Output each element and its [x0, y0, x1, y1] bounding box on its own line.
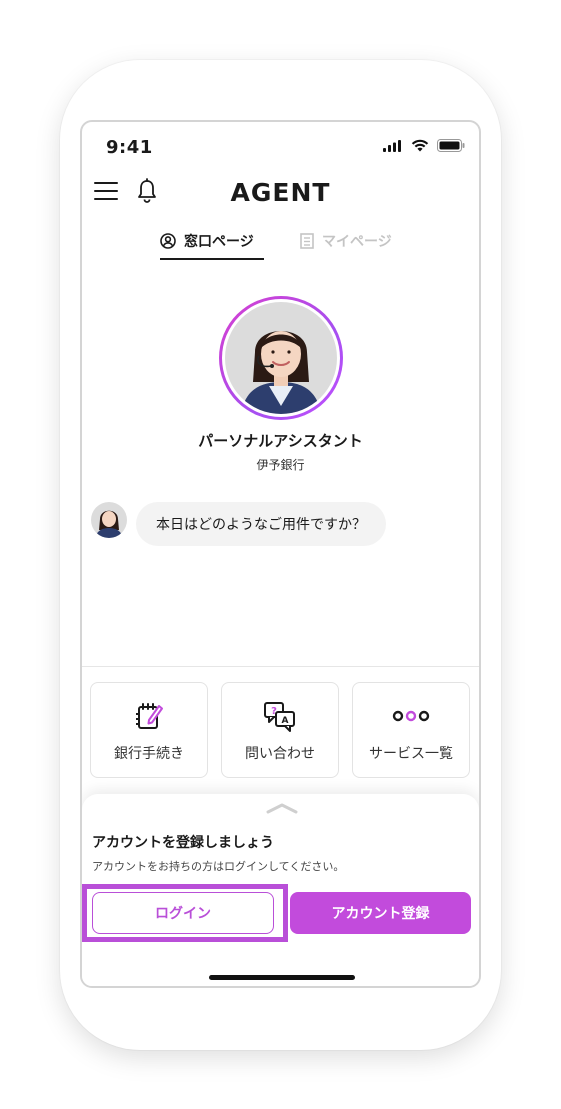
service-list-button[interactable]: サービス一覧 [352, 682, 470, 778]
login-button[interactable]: ログイン [92, 892, 274, 934]
register-button[interactable]: アカウント登録 [290, 892, 471, 934]
notepad-pen-icon [136, 703, 163, 729]
sheet-handle-icon[interactable] [266, 802, 298, 814]
chat-avatar [91, 502, 127, 538]
svg-text:A: A [282, 716, 289, 726]
chat-bubble: 本日はどのようなご用件ですか？ [136, 502, 386, 546]
tab-label: マイページ [322, 234, 392, 250]
quick-actions: 銀行手続き ? A 問い合わせ サービス一覧 [90, 682, 471, 778]
building-icon [300, 233, 314, 249]
assistant-name: パーソナルアシスタント [198, 432, 363, 450]
home-indicator [209, 975, 355, 980]
status-bar: 9:41 [82, 122, 479, 174]
tab-bar: 窓口ページ マイページ [82, 222, 479, 262]
status-time: 9:41 [106, 137, 153, 158]
tab-label: 窓口ページ [184, 234, 254, 250]
active-tab-indicator [160, 258, 264, 260]
app-header: AGENT [82, 174, 479, 214]
tab-counter-page[interactable]: 窓口ページ [160, 228, 254, 254]
app-screen: 9:41 AGENT 窓口ページ マイページ パーソナルアシスタント 伊予銀行 … [80, 120, 481, 988]
assistant-photo [225, 302, 337, 414]
register-label: アカウント登録 [331, 906, 430, 922]
bank-procedure-button[interactable]: 銀行手続き [90, 682, 208, 778]
brand-logo: AGENT [230, 178, 331, 207]
quick-action-label: サービス一覧 [369, 746, 453, 762]
account-sheet: アカウントを登録しましょう アカウントをお持ちの方はログインしてください。 ログ… [82, 794, 479, 986]
quick-action-label: 問い合わせ [245, 746, 315, 762]
wifi-icon [411, 139, 429, 152]
user-circle-icon [160, 233, 176, 249]
assistant-avatar [219, 296, 343, 420]
login-label: ログイン [155, 906, 211, 922]
sheet-subtitle: アカウントをお持ちの方はログインしてください。 [92, 860, 345, 873]
assistant-bank: 伊予銀行 [256, 458, 305, 472]
sheet-title: アカウントを登録しましょう [92, 835, 274, 851]
chat-message: 本日はどのようなご用件ですか？ [156, 517, 366, 533]
divider [82, 666, 479, 667]
signal-icon [383, 139, 401, 152]
quick-action-label: 銀行手続き [114, 746, 184, 762]
battery-icon [437, 139, 465, 152]
status-icons [383, 139, 465, 152]
inquiry-button[interactable]: ? A 問い合わせ [221, 682, 339, 778]
three-dots-icon [392, 710, 430, 722]
chat-question-icon: ? A [264, 702, 295, 732]
tab-my-page[interactable]: マイページ [300, 228, 392, 254]
